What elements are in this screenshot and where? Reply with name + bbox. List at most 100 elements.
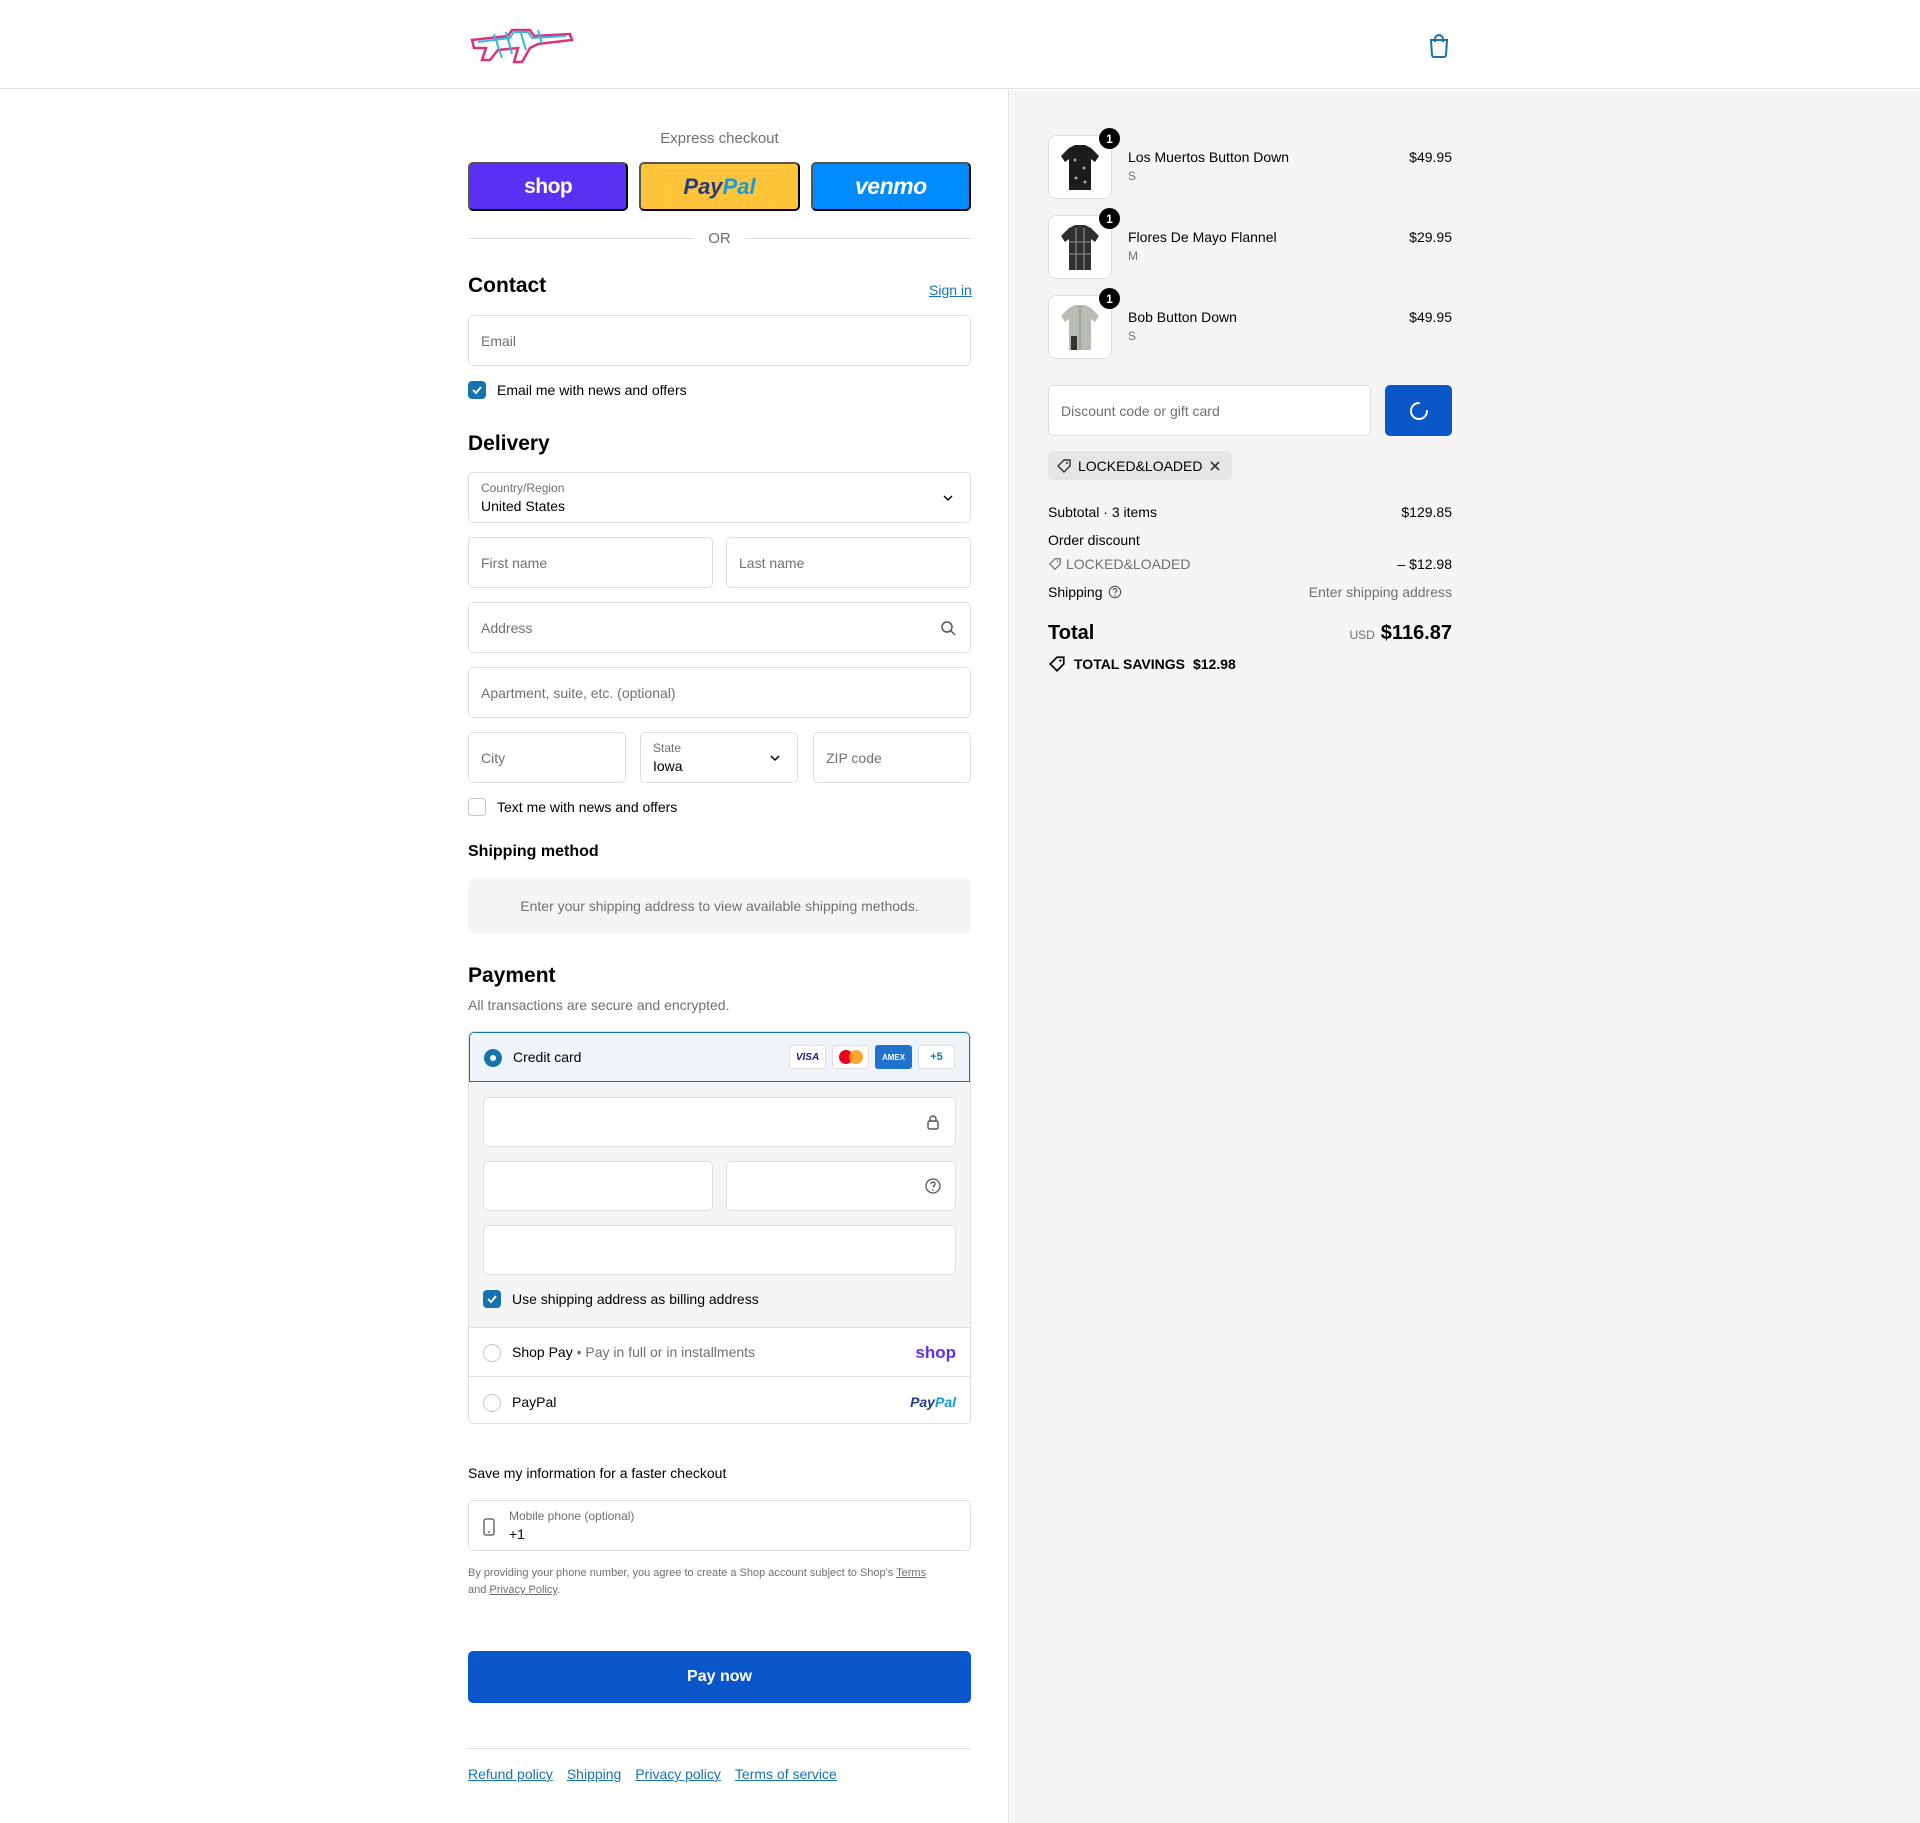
- product-thumbnail: 1: [1048, 208, 1120, 279]
- order-discount-row: Order discount: [1048, 532, 1140, 548]
- contact-heading: Contact: [468, 274, 547, 297]
- product-name: Flores De Mayo Flannel: [1128, 229, 1277, 245]
- tag-icon: [1048, 558, 1061, 571]
- payment-subtitle: All transactions are secure and encrypte…: [468, 997, 730, 1013]
- total-label: Total: [1048, 622, 1095, 644]
- shipping-method-heading: Shipping method: [468, 843, 599, 860]
- security-code-field[interactable]: [726, 1161, 956, 1211]
- line-item: 1 Los Muertos Button Down S $49.95: [1048, 128, 1452, 199]
- help-circle-icon[interactable]: [925, 1178, 941, 1194]
- discount-code-field[interactable]: Discount code or gift card: [1048, 385, 1371, 436]
- more-cards-badge: +5: [918, 1045, 955, 1069]
- store-logo[interactable]: [468, 18, 576, 68]
- paypal-logo: PayPal: [910, 1394, 956, 1410]
- lock-icon: [927, 1115, 939, 1130]
- card-number-field[interactable]: [483, 1097, 956, 1147]
- visa-icon: VISA: [789, 1045, 826, 1069]
- line-item: 1 Flores De Mayo Flannel M $29.95: [1048, 208, 1452, 279]
- delivery-heading: Delivery: [468, 432, 550, 455]
- shipping-method-notice: Enter your shipping address to view avai…: [468, 878, 971, 933]
- shop-pay-logo: shop: [915, 1343, 956, 1362]
- footer-links: Refund policy Shipping Privacy policy Te…: [468, 1766, 837, 1782]
- shop-pay-radio[interactable]: [483, 1344, 501, 1362]
- amex-icon: AMEX: [875, 1045, 912, 1069]
- shipping-row: Shipping Enter shipping address: [1048, 584, 1452, 600]
- sign-in-link[interactable]: Sign in: [929, 282, 972, 298]
- express-checkout-label: Express checkout: [660, 130, 779, 147]
- help-circle-icon[interactable]: [1108, 585, 1122, 599]
- paypal-radio[interactable]: [483, 1394, 501, 1412]
- search-icon: [941, 620, 956, 636]
- address-field[interactable]: Address: [468, 602, 971, 653]
- pay-now-button[interactable]: Pay now: [468, 1651, 971, 1703]
- billing-address-checkbox[interactable]: [483, 1290, 501, 1308]
- apartment-field[interactable]: Apartment, suite, etc. (optional): [468, 667, 971, 718]
- paypal-button[interactable]: Pay Pal: [639, 162, 800, 211]
- quantity-badge: 1: [1099, 128, 1120, 149]
- applied-discount-tag: LOCKED&LOADED: [1048, 451, 1233, 480]
- total-value: USD $116.87: [1349, 622, 1452, 644]
- tag-icon: [1057, 458, 1071, 473]
- line-item: 1 Bob Button Down S $49.95: [1048, 288, 1452, 359]
- last-name-field[interactable]: Last name: [726, 537, 971, 588]
- product-price: $49.95: [1409, 309, 1452, 325]
- save-info-label: Save my information for a faster checkou…: [468, 1465, 727, 1481]
- credit-card-option[interactable]: Credit card VISA AMEX +5: [469, 1032, 970, 1082]
- tag-icon: [1049, 656, 1065, 672]
- close-icon[interactable]: [1208, 459, 1222, 473]
- shop-terms-link[interactable]: Terms: [896, 1567, 926, 1579]
- name-on-card-field[interactable]: [483, 1225, 956, 1275]
- product-variant: S: [1128, 169, 1137, 183]
- currency-code: USD: [1349, 628, 1375, 642]
- product-name: Los Muertos Button Down: [1128, 149, 1290, 165]
- shopping-bag-icon[interactable]: [1427, 32, 1451, 58]
- card-brands: VISA AMEX +5: [789, 1045, 955, 1069]
- shipping-policy-link[interactable]: Shipping: [567, 1766, 622, 1782]
- shop-pay-option[interactable]: Shop Pay • Pay in full or in installment…: [469, 1328, 970, 1377]
- first-name-field[interactable]: First name: [468, 537, 713, 588]
- loading-spinner-icon: [1410, 402, 1428, 420]
- product-variant: S: [1128, 329, 1137, 343]
- refund-policy-link[interactable]: Refund policy: [468, 1766, 553, 1782]
- quantity-badge: 1: [1099, 208, 1120, 229]
- shop-privacy-link[interactable]: Privacy Policy: [489, 1584, 557, 1596]
- payment-heading: Payment: [468, 964, 556, 987]
- product-thumbnail: 1: [1048, 288, 1120, 359]
- express-checkout-buttons: shop Pay Pal venmo: [468, 162, 971, 211]
- shop-pay-button[interactable]: shop: [468, 162, 629, 211]
- terms-of-service-link[interactable]: Terms of service: [735, 1766, 837, 1782]
- expiration-date-field[interactable]: [483, 1161, 713, 1211]
- product-price: $29.95: [1409, 229, 1452, 245]
- apply-discount-button[interactable]: [1385, 385, 1452, 436]
- mobile-phone-icon: [483, 1518, 495, 1536]
- venmo-button[interactable]: venmo: [810, 162, 971, 211]
- chevron-down-icon: [943, 494, 953, 501]
- paypal-option[interactable]: PayPal PayPal: [469, 1378, 970, 1423]
- or-divider: OR: [468, 228, 971, 248]
- mobile-phone-field[interactable]: Mobile phone (optional) +1: [468, 1500, 971, 1551]
- header: [0, 0, 1920, 89]
- credit-card-form: Use shipping address as billing address: [469, 1082, 970, 1328]
- product-price: $49.95: [1409, 149, 1452, 165]
- country-select[interactable]: Country/Region United States: [468, 472, 971, 523]
- email-news-label: Email me with news and offers: [497, 382, 687, 398]
- city-field[interactable]: City: [468, 732, 626, 783]
- text-news-label: Text me with news and offers: [497, 799, 678, 815]
- product-name: Bob Button Down: [1128, 309, 1237, 325]
- footer-divider: [468, 1748, 971, 1749]
- chevron-down-icon: [770, 754, 780, 761]
- product-variant: M: [1128, 249, 1138, 263]
- email-field[interactable]: Email: [468, 315, 971, 366]
- product-thumbnail: 1: [1048, 128, 1120, 199]
- text-news-checkbox[interactable]: [468, 798, 486, 816]
- billing-address-label: Use shipping address as billing address: [512, 1291, 759, 1307]
- total-savings: TOTAL SAVINGS $12.98: [1048, 655, 1236, 673]
- subtotal-row: Subtotal · 3 items $129.85: [1048, 504, 1452, 520]
- shop-account-disclaimer: By providing your phone number, you agre…: [468, 1567, 927, 1596]
- credit-card-radio[interactable]: [484, 1049, 502, 1067]
- privacy-policy-link[interactable]: Privacy policy: [635, 1766, 721, 1782]
- zip-field[interactable]: ZIP code: [813, 732, 971, 783]
- state-select[interactable]: State Iowa: [640, 732, 798, 783]
- payment-methods: Credit card VISA AMEX +5 Use shipping ad…: [468, 1031, 971, 1424]
- email-news-checkbox[interactable]: [468, 381, 486, 399]
